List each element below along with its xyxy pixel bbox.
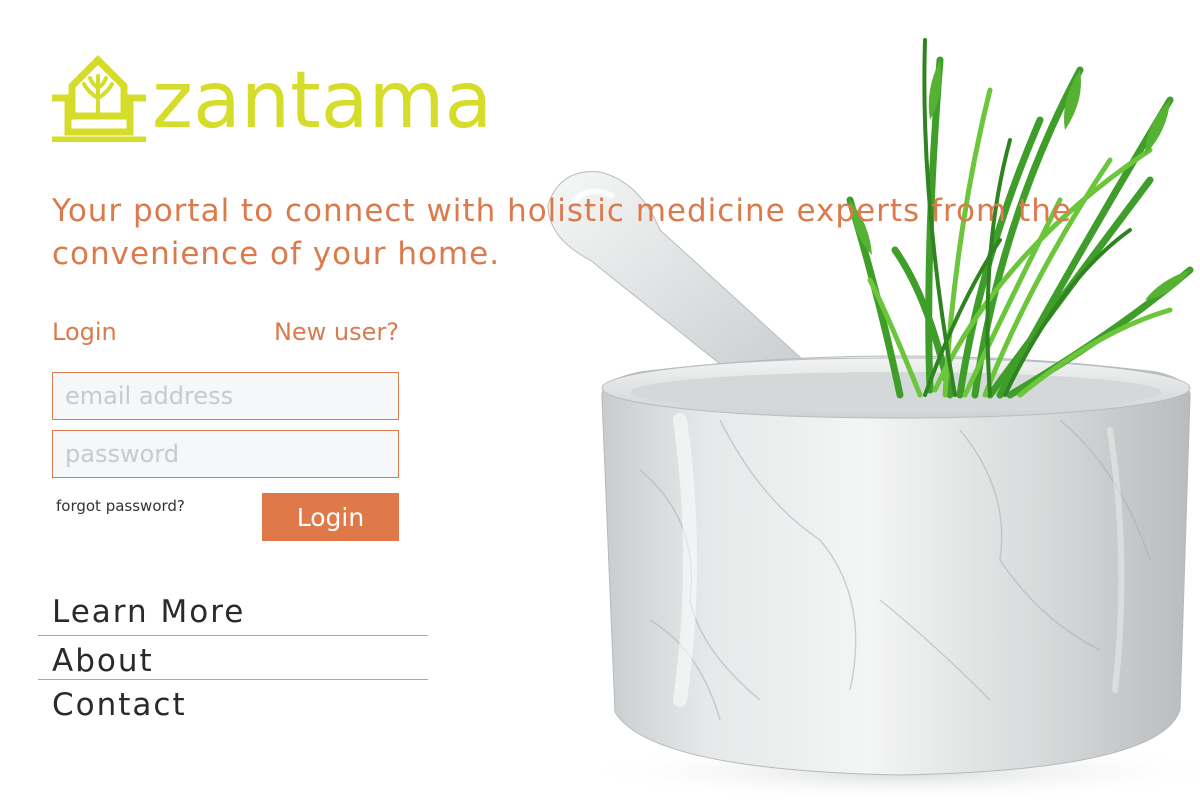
login-tab[interactable]: Login <box>52 318 117 346</box>
nav-link-about[interactable]: About <box>52 641 154 681</box>
nav-item-learn-more: Learn More <box>38 592 428 635</box>
footer-nav: Learn More About Contact <box>38 592 428 723</box>
login-form: Login New user? forgot password? Login <box>52 318 399 541</box>
nav-item-contact: Contact <box>38 679 428 723</box>
password-field[interactable] <box>52 430 399 478</box>
auth-actions: forgot password? Login <box>52 493 399 541</box>
nav-item-about: About <box>38 635 428 679</box>
tagline: Your portal to connect with holistic med… <box>52 193 1072 272</box>
auth-tabs: Login New user? <box>52 318 399 354</box>
nav-link-contact[interactable]: Contact <box>52 685 187 725</box>
brand-logo[interactable]: zantama <box>48 52 492 142</box>
brand-name: zantama <box>152 56 493 146</box>
nav-link-learn-more[interactable]: Learn More <box>52 592 245 632</box>
new-user-link[interactable]: New user? <box>274 318 399 346</box>
login-button[interactable]: Login <box>262 493 399 541</box>
email-field[interactable] <box>52 372 399 420</box>
leaf-tree-icon <box>52 55 146 142</box>
forgot-password-link[interactable]: forgot password? <box>56 497 185 515</box>
